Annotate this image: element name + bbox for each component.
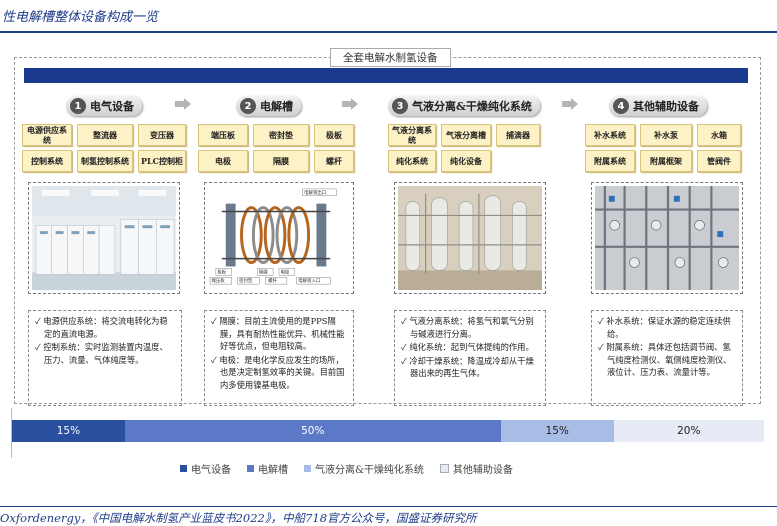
component-box: 纯化系统 bbox=[388, 150, 436, 172]
section-number: 3 bbox=[392, 98, 408, 114]
component-box: 管阀件 bbox=[697, 150, 741, 172]
segment-label: 15% bbox=[545, 425, 569, 437]
desc-line: ✓ 补水系统：保证水源的稳定连续供给。 bbox=[598, 316, 731, 339]
diagram-label: 电解液入口 bbox=[298, 277, 320, 284]
component-box: 极板 bbox=[314, 124, 354, 146]
section-header: 1 电气设备 bbox=[66, 96, 142, 116]
equipment-frame-label: 全套电解水制氢设备 bbox=[330, 48, 451, 67]
diagram-label: 密封垫 bbox=[239, 277, 253, 284]
segment-label: 20% bbox=[677, 425, 701, 437]
desc-line: ✓ 冷却干燥系统：降温成冷却从干燥器出来的再生气体。 bbox=[401, 355, 534, 379]
component-box: 控制系统 bbox=[22, 150, 72, 172]
legend-label: 其他辅助设备 bbox=[452, 465, 513, 476]
section-description: ✓ 隔膜：目前主流使用的是PPS隔膜，具有耐热性能优异、机械性能好等优点，但电阻… bbox=[204, 310, 354, 406]
component-box: 补水系统 bbox=[585, 124, 635, 146]
auxiliary-equipment-photo bbox=[591, 182, 743, 294]
legend-swatch bbox=[180, 465, 187, 472]
component-box: 电源供应系统 bbox=[22, 124, 72, 146]
chart-legend: 电气设备 电解槽 气液分离&干燥纯化系统 其他辅助设备 bbox=[180, 461, 513, 476]
cost-share-bar: 15% 50% 15% 20% bbox=[12, 420, 764, 442]
section-number: 1 bbox=[70, 98, 86, 114]
section-header: 3 气液分离&干燥纯化系统 bbox=[388, 96, 540, 116]
section-title: 电解槽 bbox=[260, 100, 293, 113]
section-description: ✓ 补水系统：保证水源的稳定连续供给。 ✓ 附属系统：具体还包括调节阀、氢气纯度… bbox=[591, 310, 743, 406]
electrolyzer-diagram: 端压板 密封垫 螺杆 电解液入口 电解液出口 极板 隔膜 电极 bbox=[204, 182, 354, 294]
component-grid: 补水系统 补水泵 水箱 附属系统 附属框架 管阀件 bbox=[585, 124, 741, 172]
desc-line: ✓ 气液分离系统：将氢气和氧气分别与碱液进行分离。 bbox=[401, 316, 534, 339]
bar-segment: 15% bbox=[12, 420, 125, 442]
diagram-label: 隔膜 bbox=[259, 268, 268, 275]
electrical-room-photo bbox=[28, 182, 180, 294]
component-grid: 电源供应系统 整流器 变压器 控制系统 制氢控制系统 PLC控制柜 bbox=[22, 124, 186, 172]
flow-arrow-icon bbox=[175, 98, 191, 110]
desc-line: ✓ 电源供应系统：将交流电转化为稳定的直流电源。 bbox=[35, 316, 168, 339]
desc-line: ✓ 附属系统：具体还包括调节阀、氢气纯度检测仪、氧侧纯度检测仪、液位计、压力表、… bbox=[598, 342, 732, 377]
section-separation: 3 气液分离&干燥纯化系统 气液分离系统 气液分离槽 捕滴器 纯化系统 纯化设备… bbox=[388, 90, 548, 406]
component-box: 纯化设备 bbox=[441, 150, 491, 172]
component-box: 气液分离槽 bbox=[441, 124, 491, 146]
section-title: 气液分离&干燥纯化系统 bbox=[412, 100, 532, 113]
legend-label: 电解槽 bbox=[258, 465, 288, 476]
section-header: 4 其他辅助设备 bbox=[609, 96, 707, 116]
section-auxiliary: 4 其他辅助设备 补水系统 补水泵 水箱 附属系统 附属框架 管阀件 ✓ 补水系… bbox=[585, 90, 745, 406]
section-title: 电气设备 bbox=[90, 100, 134, 113]
component-box: 捕滴器 bbox=[496, 124, 540, 146]
page-title: 性电解槽整体设备构成一览 bbox=[2, 10, 159, 25]
desc-line: ✓ 纯化系统：起到气体提纯的作用。 bbox=[401, 342, 534, 352]
flow-arrow-icon bbox=[562, 98, 578, 110]
blue-banner bbox=[24, 68, 748, 83]
component-box: 附属框架 bbox=[640, 150, 692, 172]
component-box: 变压器 bbox=[138, 124, 186, 146]
component-grid: 端压板 密封垫 极板 电极 隔膜 螺杆 bbox=[198, 124, 354, 172]
source-note: Oxfordenergy，《中国电解水制氢产业蓝皮书2022》，中船718官方公… bbox=[0, 511, 477, 525]
component-box: 补水泵 bbox=[640, 124, 692, 146]
legend-swatch bbox=[247, 465, 254, 472]
bar-segment: 15% bbox=[500, 420, 614, 442]
diagram-label: 极板 bbox=[217, 268, 226, 275]
component-box: PLC控制柜 bbox=[138, 150, 186, 172]
diagram-label: 电极 bbox=[280, 268, 289, 275]
component-box: 端压板 bbox=[198, 124, 248, 146]
segment-label: 15% bbox=[56, 425, 81, 437]
separation-system-photo bbox=[394, 182, 546, 294]
legend-item: 电解槽 bbox=[247, 461, 288, 476]
diagram-label: 端压板 bbox=[211, 277, 225, 284]
section-title: 其他辅助设备 bbox=[633, 100, 699, 113]
desc-line: ✓ 隔膜：目前主流使用的是PPS隔膜，具有耐热性能优异、机械性能好等优点，但电阻… bbox=[211, 316, 345, 351]
component-box: 制氢控制系统 bbox=[77, 150, 133, 172]
component-box: 气液分离系统 bbox=[388, 124, 436, 146]
diagram-label: 螺杆 bbox=[268, 277, 277, 284]
section-description: ✓ 气液分离系统：将氢气和氧气分别与碱液进行分离。 ✓ 纯化系统：起到气体提纯的… bbox=[394, 310, 546, 406]
legend-label: 电气设备 bbox=[191, 465, 231, 476]
section-header: 2 电解槽 bbox=[236, 96, 301, 116]
section-number: 2 bbox=[240, 98, 256, 114]
section-electrical: 1 电气设备 电源供应系统 整流器 变压器 控制系统 制氢控制系统 PLC控制柜… bbox=[22, 90, 186, 406]
bar-segment: 50% bbox=[124, 420, 501, 442]
desc-line: ✓ 电极：是电化学反应发生的场所，也是决定制氢效率的关键。目前国内多使用镍基电极… bbox=[211, 354, 345, 390]
flow-arrow-icon bbox=[342, 98, 358, 110]
top-rule bbox=[0, 31, 777, 33]
legend-item: 电气设备 bbox=[180, 461, 231, 476]
component-box: 电极 bbox=[198, 150, 248, 172]
legend-item: 气液分离&干燥纯化系统 bbox=[304, 461, 424, 476]
section-number: 4 bbox=[613, 98, 629, 114]
component-box: 螺杆 bbox=[314, 150, 354, 172]
component-box: 密封垫 bbox=[253, 124, 309, 146]
component-box: 附属系统 bbox=[585, 150, 635, 172]
section-description: ✓ 电源供应系统：将交流电转化为稳定的直流电源。 ✓ 控制系统：实时监测装置内温… bbox=[28, 310, 182, 406]
legend-swatch bbox=[304, 465, 311, 472]
bottom-rule bbox=[0, 506, 777, 507]
component-box: 水箱 bbox=[697, 124, 741, 146]
diagram-label: 电解液出口 bbox=[304, 189, 326, 196]
legend-swatch bbox=[439, 464, 449, 473]
segment-label: 50% bbox=[301, 425, 325, 437]
component-grid: 气液分离系统 气液分离槽 捕滴器 纯化系统 纯化设备 bbox=[388, 124, 540, 172]
component-box: 整流器 bbox=[77, 124, 133, 146]
component-box: 隔膜 bbox=[253, 150, 309, 172]
bar-segment: 20% bbox=[613, 420, 764, 442]
legend-item: 其他辅助设备 bbox=[439, 461, 513, 476]
section-electrolyzer: 2 电解槽 端压板 密封垫 极板 电极 隔膜 螺杆 端压板 密封垫 螺杆 电解液… bbox=[198, 90, 358, 406]
desc-line: ✓ 控制系统：实时监测装置内温度、压力、流量、气体纯度等。 bbox=[35, 342, 168, 365]
legend-label: 气液分离&干燥纯化系统 bbox=[315, 465, 424, 476]
